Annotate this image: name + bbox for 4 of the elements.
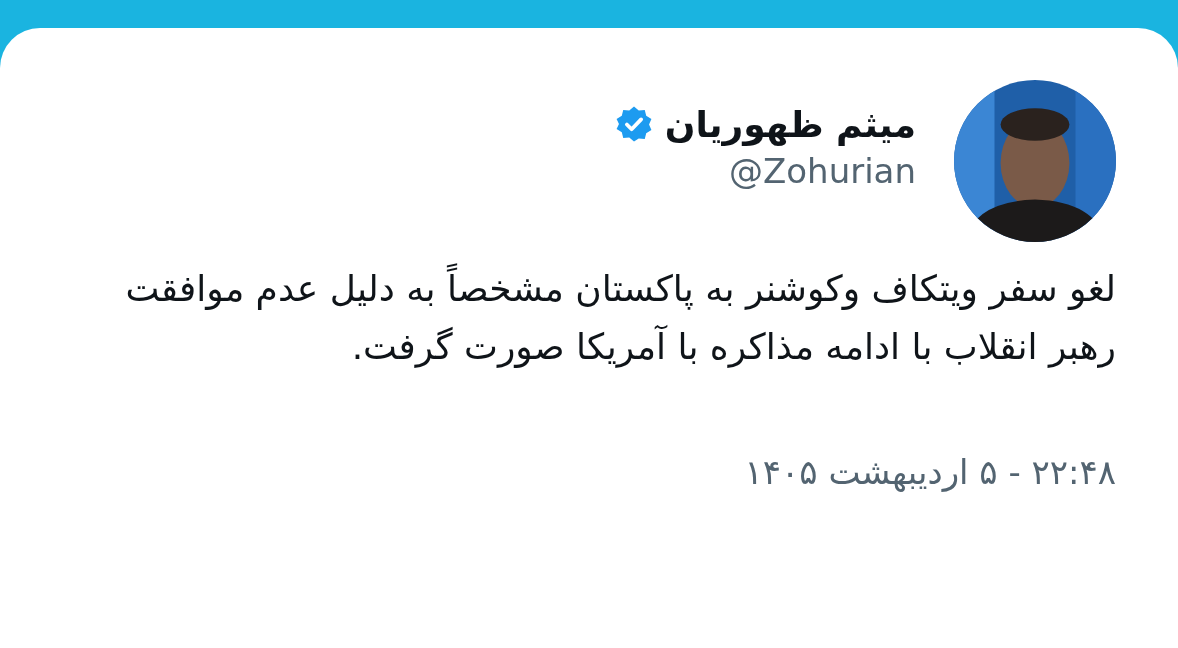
author-name: میثم ظهوریان <box>664 103 916 145</box>
timestamp: ۲۲:۴۸ - ۵ اردیبهشت ۱۴۰۵ <box>744 452 1116 492</box>
tweet-text: لغو سفر ویتکاف وکوشنر به پاکستان مشخصاً به دلیل عدم موافقت رهبر انقلاب با ادامه مذاکره با آمریکا صورت گرفت. <box>76 260 1116 376</box>
author-handle[interactable]: @Zohurian <box>729 150 916 191</box>
